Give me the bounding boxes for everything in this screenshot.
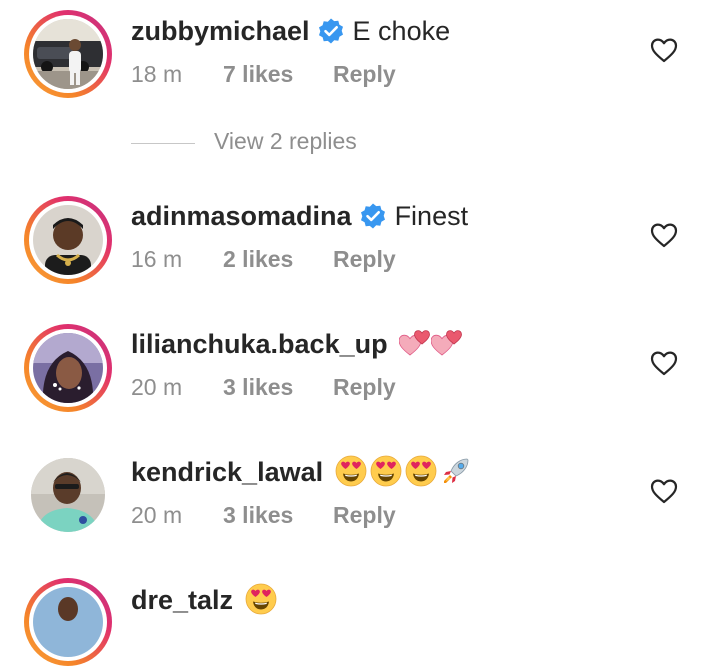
avatar[interactable] xyxy=(31,458,105,532)
view-replies-label: View 2 replies xyxy=(214,128,357,154)
avatar-story-ring[interactable] xyxy=(24,10,112,98)
comment-likes[interactable]: 3 likes xyxy=(223,500,293,530)
heart-eyes-icon xyxy=(370,455,402,487)
rocket-icon xyxy=(443,458,469,484)
heart-eyes-icon xyxy=(405,455,437,487)
like-heart-icon[interactable] xyxy=(650,37,678,63)
comment-username[interactable]: adinmasomadina xyxy=(131,201,352,231)
comment-likes[interactable]: 7 likes xyxy=(223,59,293,89)
avatar-story-ring[interactable] xyxy=(24,578,112,666)
avatar-story-ring[interactable] xyxy=(24,196,112,284)
heart-eyes-icon xyxy=(335,455,367,487)
comment-text: E choke xyxy=(352,16,451,46)
verified-badge-icon xyxy=(317,17,344,45)
comment-likes[interactable]: 3 likes xyxy=(223,372,293,402)
comment-time: 16 m xyxy=(131,246,183,272)
heart-eyes-icon xyxy=(245,583,277,615)
reply-button[interactable]: Reply xyxy=(333,372,396,402)
avatar xyxy=(33,19,103,89)
reply-button[interactable]: Reply xyxy=(333,59,396,89)
like-heart-icon[interactable] xyxy=(650,222,678,248)
comment-username[interactable]: lilianchuka.back_up xyxy=(131,329,388,359)
comment-text: Finest xyxy=(394,201,469,231)
comment-time: 20 m xyxy=(131,374,183,400)
avatar-story-ring[interactable] xyxy=(24,324,112,412)
avatar xyxy=(33,333,103,403)
replies-divider xyxy=(131,143,195,144)
comment-time: 18 m xyxy=(131,61,183,87)
comment-username[interactable]: zubbymichael xyxy=(131,16,310,46)
verified-badge-icon xyxy=(359,202,386,230)
like-heart-icon[interactable] xyxy=(650,350,678,376)
avatar xyxy=(33,587,103,657)
avatar xyxy=(33,205,103,275)
reply-button[interactable]: Reply xyxy=(333,500,396,530)
comment-username[interactable]: kendrick_lawal xyxy=(131,457,323,487)
comment-username[interactable]: dre_talz xyxy=(131,585,233,615)
like-heart-icon[interactable] xyxy=(650,478,678,504)
comment-likes[interactable]: 2 likes xyxy=(223,244,293,274)
two-hearts-icon xyxy=(399,330,431,356)
two-hearts-icon xyxy=(431,330,463,356)
reply-button[interactable]: Reply xyxy=(333,244,396,274)
comment-time: 20 m xyxy=(131,502,183,528)
